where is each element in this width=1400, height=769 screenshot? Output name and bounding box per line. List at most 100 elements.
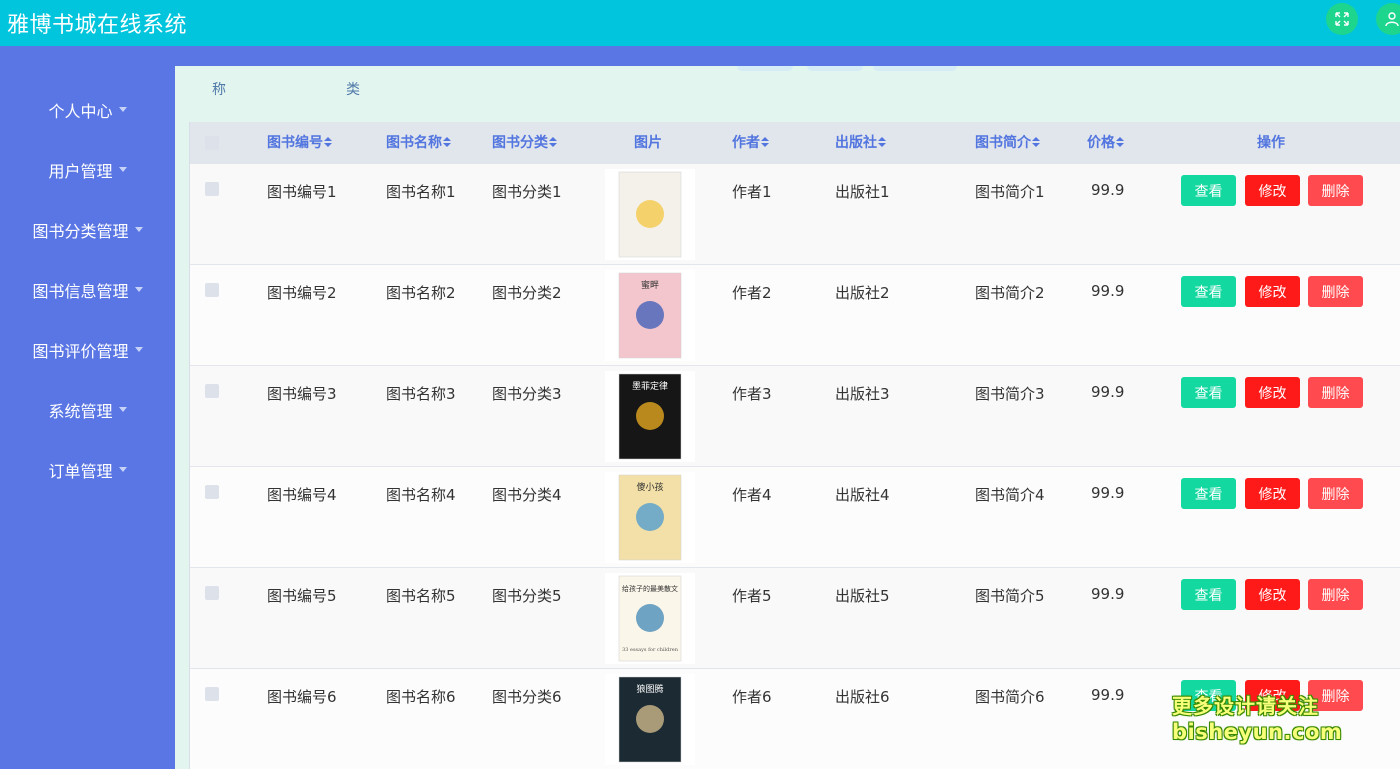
edit-button[interactable]: 修改: [1245, 579, 1300, 610]
cell-category: 图书分类4: [492, 486, 562, 504]
book-cover-image: [605, 169, 695, 260]
cell-name: 图书名称5: [386, 587, 456, 605]
view-button[interactable]: 查看: [1181, 579, 1236, 610]
column-header-actions: 操作: [1257, 135, 1285, 151]
batch-delete-button-edge[interactable]: [873, 66, 957, 71]
edit-button[interactable]: 修改: [1245, 175, 1300, 206]
add-button-edge[interactable]: [807, 66, 863, 71]
sort-icon: [761, 137, 769, 147]
row-checkbox[interactable]: [205, 384, 219, 398]
edit-button[interactable]: 修改: [1245, 478, 1300, 509]
view-button[interactable]: 查看: [1181, 478, 1236, 509]
sidebar-item-label: 图书评价管理: [32, 342, 129, 361]
cell-code: 图书编号3: [267, 385, 337, 403]
chevron-down-icon: [118, 166, 127, 172]
sort-icon: [878, 137, 886, 147]
column-header-image: 图片: [634, 135, 662, 151]
cell-price: 99.9: [1091, 585, 1125, 603]
cell-author: 作者1: [732, 183, 772, 201]
cell-intro: 图书简介3: [975, 385, 1045, 403]
book-cover-motif: [636, 604, 664, 632]
column-header-name[interactable]: 图书名称: [386, 122, 451, 164]
book-cover-art: [618, 171, 682, 258]
book-cover-art: 墨菲定律: [618, 373, 682, 460]
table-row: 图书编号3 图书名称3 图书分类3 作者3 出版社3 图书简介3 99.9 墨菲定律 查看 修改删…: [190, 366, 1400, 467]
book-cover-art: 狼图腾: [618, 676, 682, 763]
cell-intro: 图书简介1: [975, 183, 1045, 201]
book-cover-motif: [636, 402, 664, 430]
delete-button[interactable]: 删除: [1308, 276, 1363, 307]
book-cover-title: 给孩子的最美散文: [622, 584, 678, 593]
cell-category: 图书分类3: [492, 385, 562, 403]
book-cover-image: 傻小孩: [605, 472, 695, 563]
chevron-down-icon: [118, 106, 127, 112]
cell-publisher: 出版社3: [835, 385, 890, 403]
cell-intro: 图书简介5: [975, 587, 1045, 605]
sidebar-item-orders[interactable]: 订单管理: [0, 450, 175, 490]
cell-name: 图书名称6: [386, 688, 456, 706]
sidebar-item-personal-center[interactable]: 个人中心: [0, 90, 175, 130]
delete-button[interactable]: 删除: [1308, 175, 1363, 206]
cell-name: 图书名称1: [386, 183, 456, 201]
sort-icon: [1032, 137, 1040, 147]
book-cover-image: 狼图腾: [605, 674, 695, 765]
sidebar-item-book-info[interactable]: 图书信息管理: [0, 270, 175, 310]
select-all-checkbox[interactable]: [205, 136, 219, 150]
view-button[interactable]: 查看: [1181, 377, 1236, 408]
table-row: 图书编号1 图书名称1 图书分类1 作者1 出版社1 图书简介1 99.9 查看 修改 删除: [190, 164, 1400, 265]
sidebar-item-users[interactable]: 用户管理: [0, 150, 175, 190]
edit-button[interactable]: 修改: [1245, 276, 1300, 307]
cell-code: 图书编号1: [267, 183, 337, 201]
book-cover-art: 给孩子的最美散文 33 essays for children: [618, 575, 682, 662]
search-name-label: 称: [212, 82, 226, 98]
book-cover-art: 傻小孩: [618, 474, 682, 561]
view-button[interactable]: 查看: [1181, 276, 1236, 307]
search-button-edge[interactable]: [737, 66, 793, 71]
column-header-author[interactable]: 作者: [732, 122, 769, 164]
fullscreen-button[interactable]: [1326, 3, 1358, 35]
sidebar-item-book-categories[interactable]: 图书分类管理: [0, 210, 175, 250]
cell-code: 图书编号4: [267, 486, 337, 504]
table-header: 图书编号 图书名称 图书分类 图片 作者 出版社 图书简介 价格 操作: [190, 122, 1400, 164]
column-header-publisher[interactable]: 出版社: [835, 122, 886, 164]
delete-button[interactable]: 删除: [1308, 579, 1363, 610]
cell-publisher: 出版社6: [835, 688, 890, 706]
cell-author: 作者6: [732, 688, 772, 706]
chevron-down-icon: [118, 466, 127, 472]
sidebar-item-label: 图书分类管理: [32, 222, 129, 241]
row-checkbox[interactable]: [205, 485, 219, 499]
table-row: 图书编号2 图书名称2 图书分类2 作者2 出版社2 图书简介2 99.9 蜜畔 查看 修改 删除: [190, 265, 1400, 366]
edit-button[interactable]: 修改: [1245, 377, 1300, 408]
cell-intro: 图书简介6: [975, 688, 1045, 706]
column-header-intro[interactable]: 图书简介: [975, 122, 1040, 164]
book-cover-motif: [636, 503, 664, 531]
sidebar-item-system[interactable]: 系统管理: [0, 390, 175, 430]
cell-category: 图书分类6: [492, 688, 562, 706]
sidebar-item-book-reviews[interactable]: 图书评价管理: [0, 330, 175, 370]
delete-button[interactable]: 删除: [1308, 377, 1363, 408]
column-header-code[interactable]: 图书编号: [267, 122, 332, 164]
view-button[interactable]: 查看: [1181, 175, 1236, 206]
cell-author: 作者4: [732, 486, 772, 504]
row-checkbox[interactable]: [205, 687, 219, 701]
cell-publisher: 出版社2: [835, 284, 890, 302]
user-menu-button[interactable]: [1376, 3, 1400, 35]
top-bar: 雅博书城在线系统: [0, 0, 1400, 46]
cell-publisher: 出版社5: [835, 587, 890, 605]
column-header-category[interactable]: 图书分类: [492, 122, 557, 164]
row-checkbox[interactable]: [205, 283, 219, 297]
row-checkbox[interactable]: [205, 182, 219, 196]
book-cover-motif: [636, 301, 664, 329]
table-row: 图书编号5 图书名称5 图书分类5 作者5 出版社5 图书简介5 99.9 给孩子的最美散文 3…: [190, 568, 1400, 669]
cell-price: 99.9: [1091, 282, 1125, 300]
books-table: 图书编号 图书名称 图书分类 图片 作者 出版社 图书简介 价格 操作 图书编号…: [189, 122, 1400, 769]
chevron-down-icon: [134, 346, 143, 352]
delete-button[interactable]: 删除: [1308, 478, 1363, 509]
column-header-price[interactable]: 价格: [1087, 122, 1124, 164]
cell-name: 图书名称4: [386, 486, 456, 504]
user-icon: [1385, 12, 1399, 27]
row-checkbox[interactable]: [205, 586, 219, 600]
cell-category: 图书分类5: [492, 587, 562, 605]
cell-code: 图书编号6: [267, 688, 337, 706]
book-cover-image: 蜜畔: [605, 270, 695, 361]
